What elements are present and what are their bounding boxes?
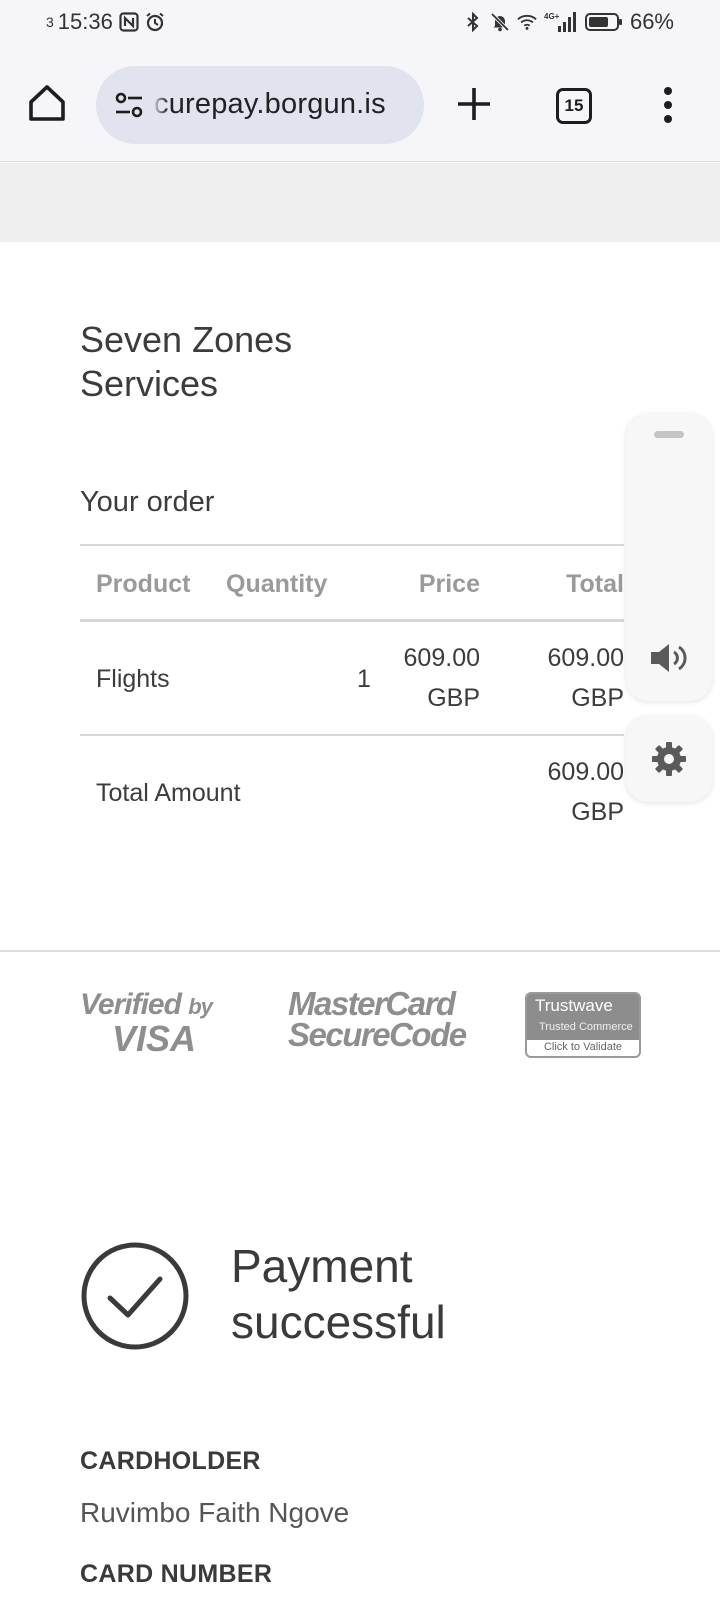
cardholder-value: Ruvimbo Faith Ngove: [80, 1497, 350, 1528]
payment-status: Payment successful: [231, 1240, 446, 1348]
table-header-row: Product Quantity Price Total: [80, 544, 624, 622]
tab-switcher-button[interactable]: 15: [556, 88, 592, 124]
svg-text:4G+: 4G+: [544, 12, 560, 21]
visa-line1: Verified by: [80, 988, 213, 1021]
item-price-amount: 609.00: [403, 644, 480, 672]
column-header-product: Product: [96, 570, 191, 598]
total-amount-value: 609.00 GBP: [548, 752, 624, 832]
trustwave-subtitle: Trusted Commerce: [539, 1021, 633, 1033]
total-currency: GBP: [571, 798, 624, 826]
column-header-total: Total: [566, 570, 624, 598]
page-header-band: [0, 163, 720, 242]
tune-icon[interactable]: [114, 91, 144, 119]
notification-count: 3: [46, 14, 54, 30]
alarm-icon: [146, 12, 164, 32]
bell-off-icon: [490, 12, 510, 32]
item-total-amount: 609.00: [547, 644, 624, 672]
cardholder-label: CARDHOLDER: [80, 1447, 261, 1475]
card-number-label: CARD NUMBER: [80, 1560, 273, 1588]
wifi-icon: [517, 14, 537, 30]
table-total-row: Total Amount 609.00 GBP: [80, 736, 624, 850]
panel-drag-handle[interactable]: [654, 431, 684, 438]
mastercard-securecode-logo: MasterCard SecureCode: [288, 987, 467, 1053]
total-amount: 609.00: [547, 758, 624, 786]
verified-by-visa-logo: Verified by VISA: [80, 988, 220, 1059]
column-header-quantity: Quantity: [226, 570, 328, 598]
merchant-name: Seven Zones Services: [80, 319, 293, 404]
item-price-currency: GBP: [427, 684, 480, 712]
total-amount-label: Total Amount: [96, 779, 241, 807]
status-left: 3 15:36: [46, 9, 165, 35]
browser-toolbar: curepay.borgun.is 15: [0, 44, 720, 162]
trustwave-brand: Trustwave: [535, 996, 613, 1015]
gear-icon[interactable]: [650, 740, 688, 778]
url-text[interactable]: curepay.borgun.is: [154, 88, 386, 121]
trustwave-seal[interactable]: Trustwave Trusted Commerce Click to Vali…: [525, 992, 641, 1058]
battery-icon: [584, 13, 622, 31]
nfc-icon: [119, 12, 139, 32]
status-bar: 3 15:36 4G+ 66%: [0, 0, 720, 44]
trustwave-validate-link[interactable]: Click to Validate: [527, 1041, 639, 1053]
item-quantity: 1: [357, 665, 371, 693]
speaker-icon[interactable]: [648, 640, 690, 676]
tab-count: 15: [564, 96, 584, 115]
url-fade: [152, 84, 168, 128]
order-title: Your order: [80, 486, 215, 518]
floating-audio-panel[interactable]: [626, 414, 712, 701]
section-divider: [0, 950, 720, 952]
item-total-currency: GBP: [571, 684, 624, 712]
check-circle-icon: [81, 1242, 189, 1350]
home-icon[interactable]: [26, 82, 68, 124]
battery-percentage: 66%: [629, 9, 674, 34]
status-right: 4G+ 66%: [463, 9, 674, 35]
plus-icon[interactable]: [456, 86, 492, 122]
visa-line2: VISA: [112, 1018, 197, 1059]
column-header-price: Price: [418, 570, 480, 598]
item-product: Flights: [96, 665, 170, 693]
floating-settings-panel[interactable]: [626, 716, 712, 802]
address-bar[interactable]: curepay.borgun.is: [96, 66, 424, 144]
bluetooth-icon: [467, 12, 479, 32]
item-price: 609.00 GBP: [404, 638, 480, 718]
more-vert-icon[interactable]: [660, 86, 676, 124]
table-row: Flights 1 609.00 GBP 609.00 GBP: [80, 622, 624, 736]
trustwave-seal-header: Trustwave Trusted Commerce: [527, 994, 639, 1040]
cellular-signal-icon: 4G+: [544, 12, 576, 32]
clock: 15:36: [57, 9, 113, 34]
order-table: Product Quantity Price Total Flights 1 6…: [80, 544, 624, 850]
mastercard-line2: SecureCode: [288, 1016, 467, 1053]
item-total: 609.00 GBP: [548, 638, 624, 718]
